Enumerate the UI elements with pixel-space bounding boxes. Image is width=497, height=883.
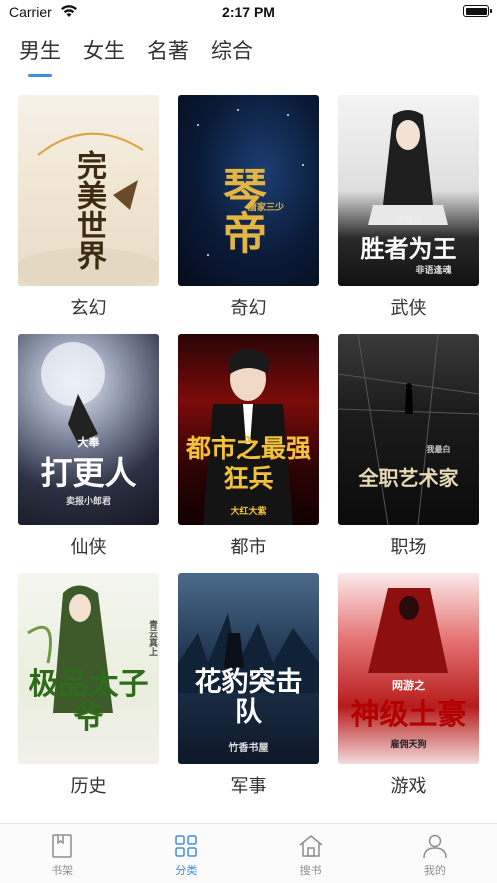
cover-art [368,588,448,673]
gender-tabs: 男生 女生 名著 综合 [19,36,253,66]
cover-title: 胜者为王 [360,234,457,263]
tabbar-item-profile[interactable]: 我的 [373,824,497,883]
cover-art [338,334,479,525]
cover-author: 大红大紫 [230,507,267,517]
category-label: 游戏 [390,776,427,797]
book-cover: 极品太子爷 青云真上 [18,573,159,764]
cover-title: 极品太子爷 [28,667,149,736]
tabbar-label: 书架 [51,864,74,877]
status-bar: Carrier 2:17 PM [0,0,497,26]
cover-title: 打更人 [40,454,137,492]
tabbar-label: 我的 [423,864,446,877]
category-label: 职场 [390,537,427,558]
category-item-wuxia[interactable]: 穿越之 胜者为王 非语逢魂 武侠 [338,95,479,322]
cover-author: 非语逢魂 [415,266,452,276]
tab-classics[interactable]: 名著 [147,36,189,66]
category-item-zhichang[interactable]: 我最白 全职艺术家 职场 [338,334,479,561]
category-label: 仙侠 [70,537,107,558]
category-label: 历史 [70,776,107,797]
book-cover: 大奉 打更人 卖报小郎君 [18,334,159,525]
cover-title: 全职艺术家 [358,466,459,490]
person-icon [423,834,447,859]
category-item-xuanhuan[interactable]: 完美世界 玄幻 [18,95,159,322]
category-item-dushi[interactable]: 都市之最强狂兵 大红大紫 都市 [178,334,319,561]
cover-title: 花豹突击队 [194,667,303,728]
cover-title: 都市之最强狂兵 [185,434,311,493]
book-cover: 网游之 神级土豪 雇佣天狗 [338,573,479,764]
tabbar-label: 搜书 [299,864,322,877]
category-label: 军事 [230,776,267,797]
cover-subtitle: 穿越之 [394,216,422,226]
clock: 2:17 PM [222,4,275,20]
cover-art [203,349,293,525]
category-item-junshi[interactable]: 花豹突击队 竹香书屋 军事 [178,573,319,800]
book-cover: 完美世界 [18,95,159,286]
battery-fill [465,7,487,15]
category-label: 奇幻 [230,298,267,319]
category-label: 武侠 [390,298,427,319]
tab-male[interactable]: 男生 [19,36,61,66]
tab-female[interactable]: 女生 [83,36,125,66]
cover-title: 神级土豪 [350,697,467,731]
cover-author: 青云真上 [147,620,157,656]
category-grid-icon [175,835,198,857]
category-item-youxi[interactable]: 网游之 神级土豪 雇佣天狗 游戏 [338,573,479,800]
cover-author: 竹香书屋 [228,743,269,754]
cover-title: 完美世界 [71,150,106,270]
tabbar-label: 分类 [175,864,198,877]
tabbar-item-category[interactable]: 分类 [124,824,248,883]
tabbar-item-bookshelf[interactable]: 书架 [0,824,124,883]
bookshelf-icon [52,834,72,858]
bottom-tab-bar: 书架 分类 搜书 我的 [0,823,497,883]
tab-general[interactable]: 综合 [211,36,253,66]
category-label: 都市 [230,537,267,558]
category-item-xianxia[interactable]: 大奉 打更人 卖报小郎君 仙侠 [18,334,159,561]
tabbar-item-search[interactable]: 搜书 [249,824,373,883]
book-cover: 花豹突击队 竹香书屋 [178,573,319,764]
house-icon [299,835,323,857]
battery-icon [463,5,492,17]
category-grid: 完美世界 玄幻 琴帝 唐家三少 奇幻 穿越之 胜者为王 非语逢魂 武侠 大奉 打… [18,95,480,800]
category-label: 玄幻 [70,298,107,319]
cover-author: 唐家三少 [248,203,285,213]
cover-author: 雇佣天狗 [390,740,427,750]
book-cover: 我最白 全职艺术家 [338,334,479,525]
cover-author: 我最白 [426,444,451,454]
active-tab-indicator [28,74,52,77]
category-item-lishi[interactable]: 极品太子爷 青云真上 历史 [18,573,159,800]
book-cover: 都市之最强狂兵 大红大紫 [178,334,319,525]
category-item-qihuan[interactable]: 琴帝 唐家三少 奇幻 [178,95,319,322]
book-cover: 穿越之 胜者为王 非语逢魂 [338,95,479,286]
cover-author: 卖报小郎君 [65,497,111,507]
book-cover: 琴帝 唐家三少 [178,95,319,286]
